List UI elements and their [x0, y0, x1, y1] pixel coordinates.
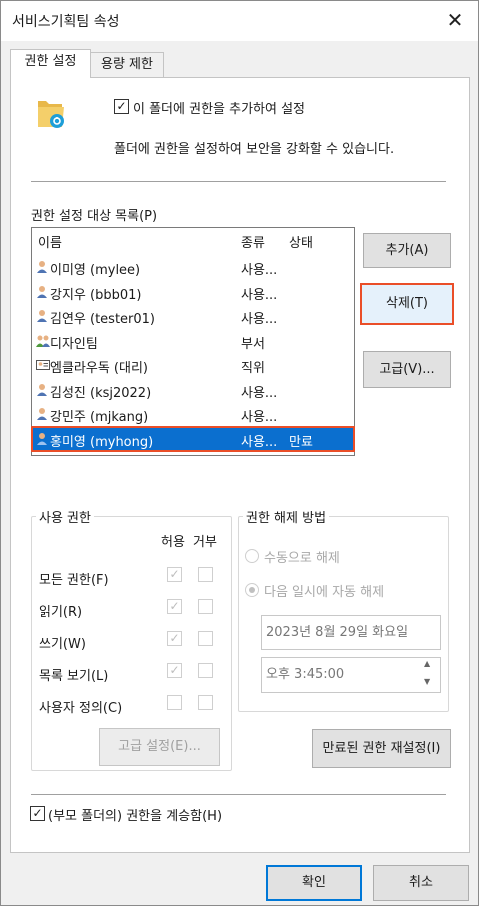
perm-custom-allow-checkbox[interactable] [167, 695, 182, 710]
user-icon [37, 383, 47, 396]
column-name[interactable]: 이름 [38, 232, 62, 251]
list-header: 이름 종류 상태 [32, 228, 354, 252]
item-name: 강민주 (mjkang) [50, 410, 149, 425]
perm-list-label: 목록 보기(L) [39, 669, 109, 684]
item-name: 디자인팀 [50, 336, 98, 352]
list-item[interactable]: 김연우 (tester01) 사용... [32, 304, 354, 329]
perm-read-deny-checkbox[interactable] [198, 599, 213, 614]
item-type: 사용... [241, 263, 278, 278]
deny-header: 거부 [193, 535, 217, 550]
allow-header: 허용 [161, 535, 185, 550]
column-status[interactable]: 상태 [289, 232, 313, 251]
separator [31, 181, 446, 182]
advanced-settings-button[interactable]: 고급 설정(E)... [99, 728, 220, 766]
perm-custom-deny-checkbox[interactable] [198, 695, 213, 710]
reset-expired-button[interactable]: 만료된 권한 재설정(I) [312, 729, 451, 768]
perm-full-label: 모든 권한(F) [39, 573, 109, 588]
delete-button[interactable]: 삭제(T) [360, 283, 454, 325]
perm-read-allow-checkbox[interactable]: ✓ [167, 599, 182, 614]
user-icon [37, 261, 47, 273]
item-name: 강지우 (bbb01) [50, 287, 142, 303]
user-icon [37, 408, 47, 420]
perm-write-label: 쓰기(W) [39, 637, 86, 652]
shared-folder-icon [38, 101, 64, 128]
list-item[interactable]: 강지우 (bbb01) 사용... [32, 280, 354, 305]
time-spin-up[interactable]: ▲ [424, 659, 430, 668]
perm-write-allow-checkbox[interactable]: ✓ [167, 631, 182, 646]
manual-release-label: 수동으로 해제 [264, 551, 340, 566]
manual-release-radio[interactable] [245, 549, 259, 563]
item-name: 엠클라우독 (대리) [50, 361, 148, 376]
item-type: 직위 [241, 361, 265, 376]
user-icon [37, 310, 47, 322]
auto-release-label: 다음 일시에 자동 해제 [264, 585, 385, 600]
description-text: 폴더에 권한을 설정하여 보안을 강화할 수 있습니다. [114, 142, 395, 157]
permission-list[interactable]: 이름 종류 상태 이미영 (mylee) 사용... 강지우 (bbb01) 사… [31, 227, 355, 456]
cancel-button[interactable]: 취소 [373, 865, 469, 901]
list-item[interactable]: 이미영 (mylee) 사용... [32, 255, 354, 280]
permission-list-label: 권한 설정 대상 목록(P) [31, 209, 158, 224]
item-type: 사용... [241, 410, 278, 425]
list-item[interactable]: 엠클라우독 (대리) 직위 [32, 353, 354, 378]
properties-dialog: 서비스기획팀 속성 ✕ 권한 설정 용량 제한 ✓ 이 폴더에 권한을 추가하여… [0, 0, 479, 906]
item-type: 사용... [241, 312, 278, 327]
time-spin-down[interactable]: ▼ [424, 677, 430, 686]
department-icon [36, 335, 50, 347]
add-button[interactable]: 추가(A) [363, 233, 451, 268]
date-picker[interactable]: 2023년 8월 29일 화요일 [261, 615, 441, 650]
tab-permission-settings[interactable]: 권한 설정 [10, 49, 91, 78]
window-title: 서비스기획팀 속성 [12, 14, 120, 30]
selection-highlight [31, 426, 355, 452]
item-name: 김성진 (ksj2022) [50, 385, 152, 401]
item-type: 사용... [241, 287, 278, 303]
perm-full-allow-checkbox[interactable]: ✓ [167, 567, 182, 582]
add-permission-label: 이 폴더에 권한을 추가하여 설정 [133, 102, 306, 117]
add-permission-checkbox[interactable]: ✓ [114, 99, 129, 114]
list-item[interactable]: 김성진 (ksj2022) 사용... [32, 378, 354, 403]
usage-permissions-title: 사용 권한 [36, 507, 94, 526]
release-method-title: 권한 해제 방법 [243, 507, 330, 526]
time-value: 오후 3:45:00 [266, 667, 345, 682]
perm-custom-label: 사용자 정의(C) [39, 701, 123, 716]
inherit-checkbox[interactable]: ✓ [30, 806, 45, 821]
item-name: 이미영 (mylee) [50, 263, 141, 278]
list-item[interactable]: 디자인팀 부서 [32, 329, 354, 354]
close-icon[interactable]: ✕ [444, 9, 466, 31]
separator [31, 794, 446, 795]
perm-read-label: 읽기(R) [39, 605, 83, 620]
item-type: 부서 [241, 336, 265, 352]
time-picker[interactable]: 오후 3:45:00 [261, 657, 441, 693]
item-type: 사용... [241, 385, 278, 401]
perm-full-deny-checkbox[interactable] [198, 567, 213, 582]
user-icon [37, 285, 47, 298]
perm-write-deny-checkbox[interactable] [198, 631, 213, 646]
list-item[interactable]: 강민주 (mjkang) 사용... [32, 402, 354, 427]
auto-release-radio[interactable] [245, 583, 259, 597]
item-name: 김연우 (tester01) [50, 312, 156, 327]
title-bar: 서비스기획팀 속성 ✕ [1, 1, 478, 41]
advanced-button[interactable]: 고급(V)... [363, 351, 451, 388]
perm-list-deny-checkbox[interactable] [198, 663, 213, 678]
perm-list-allow-checkbox[interactable]: ✓ [167, 663, 182, 678]
inherit-label: (부모 폴더의) 권한을 계승함(H) [48, 809, 223, 824]
column-type[interactable]: 종류 [241, 232, 265, 251]
ok-button[interactable]: 확인 [266, 865, 362, 901]
position-icon [36, 360, 50, 370]
tab-quota-limit[interactable]: 용량 제한 [90, 52, 164, 78]
